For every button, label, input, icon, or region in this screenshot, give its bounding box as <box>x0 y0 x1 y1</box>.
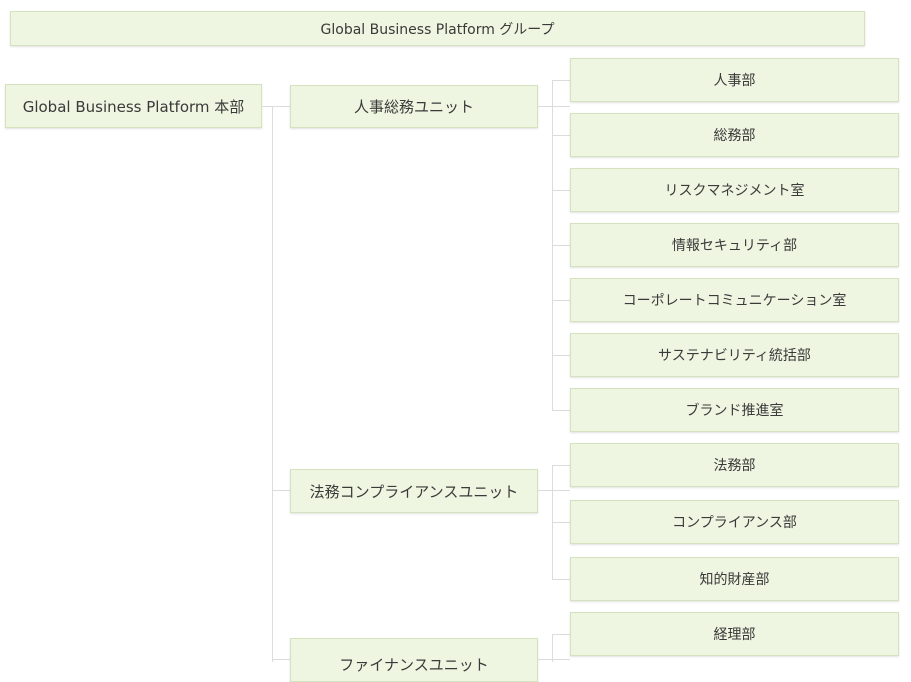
connector-dept <box>552 579 570 580</box>
connector-dept <box>552 80 570 81</box>
department-box: リスクマネジメント室 <box>570 168 899 212</box>
department-box: コンプライアンス部 <box>570 500 899 544</box>
unit-label: 法務コンプライアンスユニット <box>309 482 519 501</box>
department-label: 知的財産部 <box>699 572 770 588</box>
department-box: 法務部 <box>570 443 899 487</box>
connector-dept <box>552 465 570 466</box>
connector-hq-to-unit-1 <box>272 490 290 491</box>
connector-dept <box>552 522 570 523</box>
connector-dept <box>552 634 570 635</box>
connector-dept <box>552 135 570 136</box>
unit-label: ファイナンスユニット <box>339 655 489 674</box>
connector-dept <box>552 245 570 246</box>
connector-unit-1 <box>538 490 570 491</box>
department-box: 人事部 <box>570 58 899 102</box>
department-label: ブランド推進室 <box>685 403 784 419</box>
department-box: コーポレートコミュニケーション室 <box>570 278 899 322</box>
department-box: ブランド推進室 <box>570 388 899 432</box>
connector-unit-0 <box>538 106 570 107</box>
department-label: 総務部 <box>713 128 756 144</box>
unit-label: 人事総務ユニット <box>353 98 474 116</box>
department-box: 情報セキュリティ部 <box>570 223 899 267</box>
connector-hq-to-unit-2 <box>272 659 290 660</box>
connector-unit-2-trunk <box>552 634 553 662</box>
headquarters-box: Global Business Platform 本部 <box>5 84 262 128</box>
connector-dept <box>552 410 570 411</box>
group-label: Global Business Platform グループ <box>320 21 555 38</box>
connector-hq-to-unit-0 <box>262 106 290 107</box>
connector-dept <box>552 300 570 301</box>
department-box: 知的財産部 <box>570 557 899 601</box>
department-label: 人事部 <box>713 73 756 89</box>
unit-box-2: ファイナンスユニット <box>290 638 538 682</box>
connector-dept <box>552 190 570 191</box>
department-label: コーポレートコミュニケーション室 <box>622 293 847 309</box>
unit-box-1: 法務コンプライアンスユニット <box>290 469 538 513</box>
department-box: 総務部 <box>570 113 899 157</box>
connector-unit-2 <box>538 659 570 660</box>
department-label: 経理部 <box>713 627 756 643</box>
department-label: コンプライアンス部 <box>672 515 797 531</box>
department-box: サステナビリティ統括部 <box>570 333 899 377</box>
unit-box-0: 人事総務ユニット <box>290 85 538 128</box>
group-box: Global Business Platform グループ <box>10 11 865 46</box>
connector-hq-trunk <box>272 106 273 662</box>
department-box: 経理部 <box>570 612 899 656</box>
department-label: リスクマネジメント室 <box>664 183 805 199</box>
department-label: 法務部 <box>713 458 756 474</box>
headquarters-label: Global Business Platform 本部 <box>22 97 245 116</box>
department-label: サステナビリティ統括部 <box>658 348 811 364</box>
connector-dept <box>552 355 570 356</box>
department-label: 情報セキュリティ部 <box>671 238 798 254</box>
